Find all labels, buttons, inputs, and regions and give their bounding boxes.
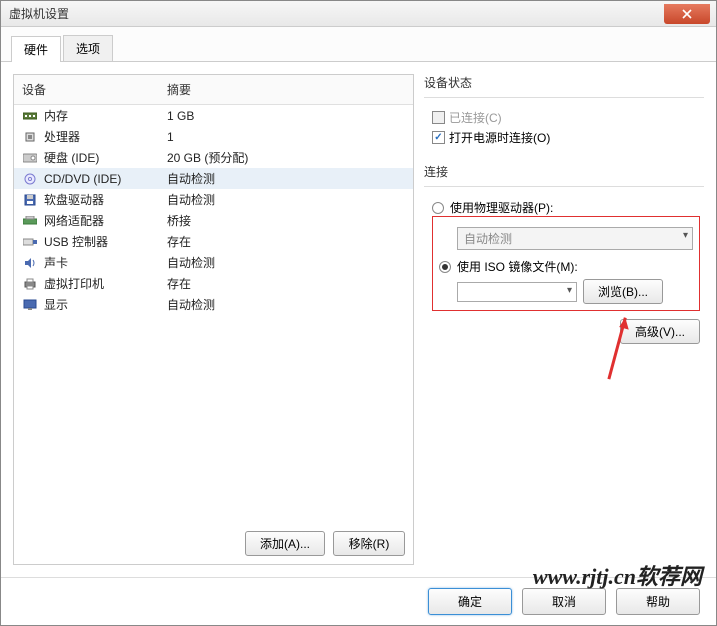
hw-item-usb[interactable]: USB 控制器 存在	[14, 231, 413, 252]
floppy-icon	[22, 193, 38, 207]
poweron-connect-checkbox[interactable]	[432, 131, 445, 144]
close-icon	[682, 9, 692, 19]
iso-file-radio[interactable]	[439, 261, 451, 273]
add-button[interactable]: 添加(A)...	[245, 531, 325, 556]
hardware-list-header: 设备 摘要	[14, 75, 413, 105]
help-button[interactable]: 帮助	[616, 588, 700, 615]
memory-icon	[22, 109, 38, 123]
content-area: 设备 摘要 内存 1 GB 处理器 1 硬盘 (IDE) 20 GB (预分配)	[1, 62, 716, 577]
physical-drive-label: 使用物理驱动器(P):	[450, 199, 553, 216]
close-button[interactable]	[664, 4, 710, 24]
ok-button[interactable]: 确定	[428, 588, 512, 615]
usb-icon	[22, 235, 38, 249]
disk-icon	[22, 151, 38, 165]
hw-item-disk[interactable]: 硬盘 (IDE) 20 GB (预分配)	[14, 147, 413, 168]
annotation-arrow-icon	[570, 297, 666, 393]
physical-drive-radio[interactable]	[432, 202, 444, 214]
connection-group: 连接 使用物理驱动器(P): 自动检测 使用 ISO 镜像文件(M):	[424, 163, 704, 348]
hw-item-display[interactable]: 显示 自动检测	[14, 294, 413, 315]
hw-item-memory[interactable]: 内存 1 GB	[14, 105, 413, 126]
vm-settings-window: 虚拟机设置 硬件 选项 设备 摘要 内存 1 GB	[0, 0, 717, 626]
header-device: 设备	[22, 81, 167, 98]
iso-path-combo[interactable]	[457, 282, 577, 302]
highlight-annotation: 自动检测 使用 ISO 镜像文件(M): 浏览(B)...	[432, 216, 700, 311]
status-group-title: 设备状态	[424, 74, 704, 91]
cpu-icon	[22, 130, 38, 144]
header-summary: 摘要	[167, 81, 405, 98]
window-title: 虚拟机设置	[1, 5, 69, 22]
titlebar: 虚拟机设置	[1, 1, 716, 27]
titlebar-buttons	[664, 4, 716, 24]
connected-checkbox	[432, 111, 445, 124]
hardware-buttons: 添加(A)... 移除(R)	[14, 523, 413, 564]
connection-group-title: 连接	[424, 163, 704, 180]
hw-item-cpu[interactable]: 处理器 1	[14, 126, 413, 147]
printer-icon	[22, 277, 38, 291]
cd-icon	[22, 172, 38, 186]
hw-item-floppy[interactable]: 软盘驱动器 自动检测	[14, 189, 413, 210]
connected-label: 已连接(C)	[449, 109, 502, 126]
iso-file-label: 使用 ISO 镜像文件(M):	[457, 258, 578, 275]
hw-item-printer[interactable]: 虚拟打印机 存在	[14, 273, 413, 294]
display-icon	[22, 298, 38, 312]
remove-button[interactable]: 移除(R)	[333, 531, 405, 556]
tab-hardware[interactable]: 硬件	[11, 36, 61, 62]
sound-icon	[22, 256, 38, 270]
device-status-group: 设备状态 已连接(C) 打开电源时连接(O)	[424, 74, 704, 153]
tab-options[interactable]: 选项	[63, 35, 113, 61]
network-icon	[22, 214, 38, 228]
hw-item-network[interactable]: 网络适配器 桥接	[14, 210, 413, 231]
hardware-list: 内存 1 GB 处理器 1 硬盘 (IDE) 20 GB (预分配) CD/DV…	[14, 105, 413, 523]
hardware-panel: 设备 摘要 内存 1 GB 处理器 1 硬盘 (IDE) 20 GB (预分配)	[13, 74, 414, 565]
tabs: 硬件 选项	[1, 27, 716, 62]
right-panel: 设备状态 已连接(C) 打开电源时连接(O) 连接	[424, 74, 704, 565]
physical-drive-combo[interactable]: 自动检测	[457, 227, 693, 250]
hw-item-sound[interactable]: 声卡 自动检测	[14, 252, 413, 273]
hw-item-cddvd[interactable]: CD/DVD (IDE) 自动检测	[14, 168, 413, 189]
poweron-connect-label: 打开电源时连接(O)	[449, 129, 550, 146]
watermark-text: www.rjtj.cn软荐网	[533, 559, 702, 591]
cancel-button[interactable]: 取消	[522, 588, 606, 615]
